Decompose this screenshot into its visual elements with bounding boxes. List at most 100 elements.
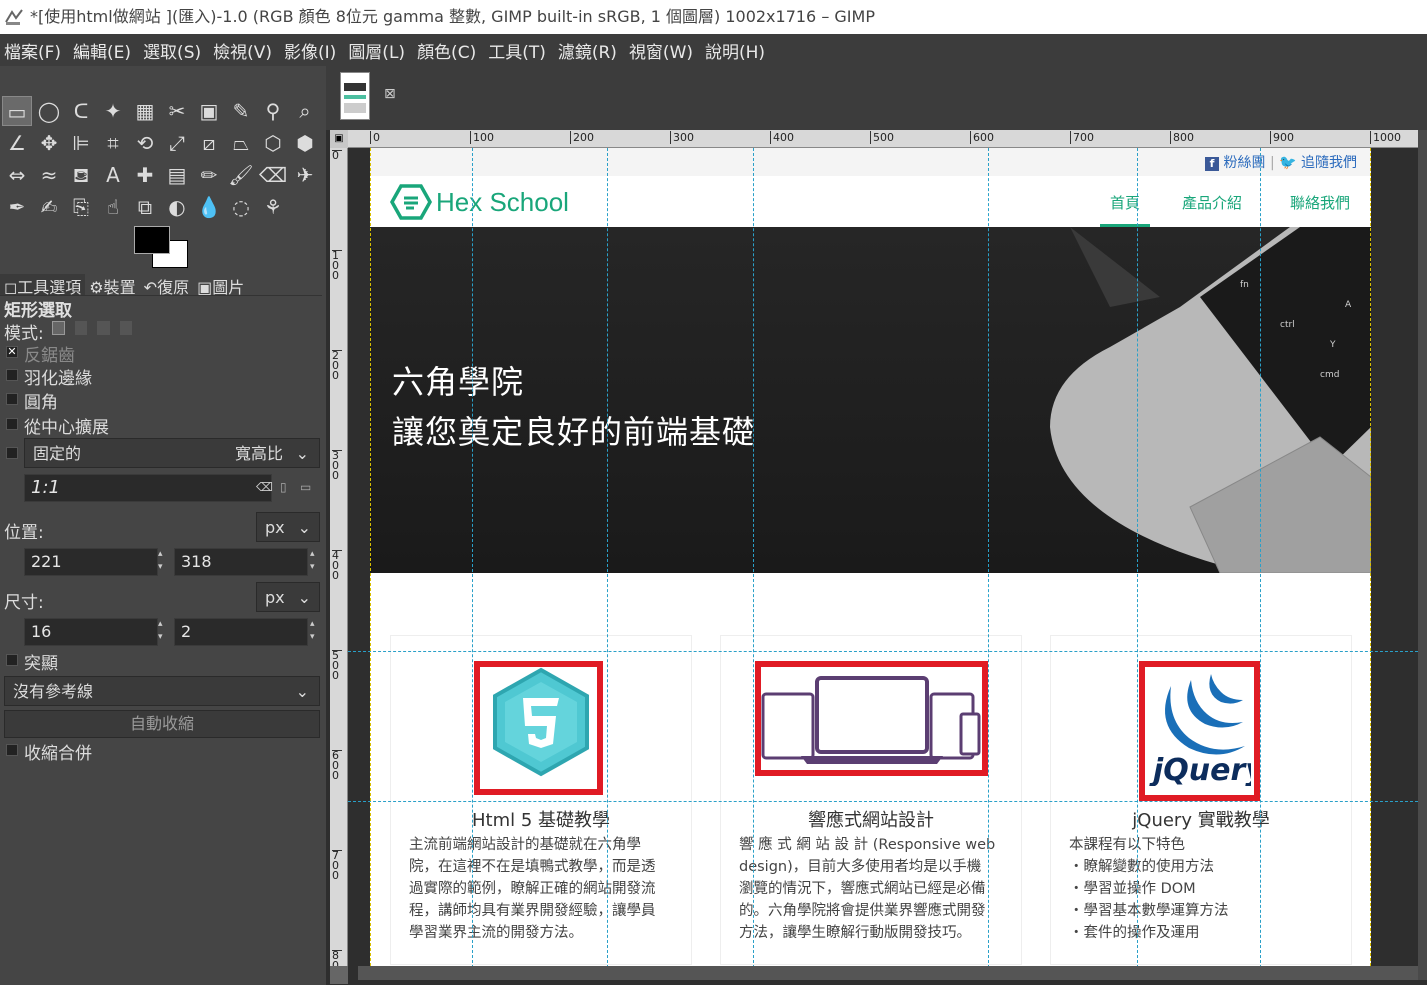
- blend-icon[interactable]: ▤: [162, 160, 192, 190]
- size-h-input[interactable]: 2: [174, 618, 308, 646]
- paths-icon[interactable]: ✎: [226, 96, 256, 126]
- image-canvas[interactable]: f 粉絲團 | 🐦 追隨我們 Hex School 首頁 產品介紹 聯絡我們 f…: [370, 148, 1371, 966]
- guide-vertical[interactable]: [472, 148, 473, 968]
- menu-tools[interactable]: 工具(T): [488, 38, 546, 63]
- zoom-icon[interactable]: ⌕: [290, 96, 320, 126]
- crop-icon[interactable]: ⌗: [98, 128, 128, 158]
- guide-vertical[interactable]: [753, 148, 754, 968]
- menu-filters[interactable]: 濾鏡(R): [558, 38, 617, 63]
- perspective-icon[interactable]: ⏢: [226, 128, 256, 158]
- clone-icon[interactable]: ⎘: [66, 192, 96, 222]
- menu-edit[interactable]: 編輯(E): [73, 38, 131, 63]
- mode-add-button[interactable]: [74, 321, 88, 335]
- mode-replace-button[interactable]: [52, 321, 65, 335]
- quick-mask-icon[interactable]: ▣: [330, 130, 348, 148]
- size-unit-combo[interactable]: px ⌄: [256, 582, 320, 612]
- close-icon[interactable]: ⊠: [384, 86, 396, 102]
- mode-intersect-button[interactable]: [119, 321, 132, 335]
- shear-icon[interactable]: ⧄: [194, 128, 224, 158]
- fixed-combo[interactable]: 固定的 寬高比 ⌄: [24, 438, 320, 468]
- menu-image[interactable]: 影像(I): [284, 38, 336, 63]
- tab-undo[interactable]: ↶復原: [140, 274, 193, 297]
- rounded-checkbox[interactable]: [6, 393, 18, 405]
- guide-vertical[interactable]: [1137, 148, 1138, 968]
- ellipse-select-icon[interactable]: ◯: [34, 96, 64, 126]
- flip-icon[interactable]: ⇔: [2, 160, 32, 190]
- airbrush-icon[interactable]: ✈: [290, 160, 320, 190]
- image-thumbnail[interactable]: [340, 72, 370, 120]
- guide-vertical[interactable]: [1260, 148, 1261, 968]
- cage-icon[interactable]: ⬡: [258, 128, 288, 158]
- antialias-checkbox[interactable]: ✕: [6, 346, 18, 358]
- color-picker-icon[interactable]: ⚲: [258, 96, 288, 126]
- ink-icon[interactable]: ✒: [2, 192, 32, 222]
- warp-icon[interactable]: ≈: [34, 160, 64, 190]
- color-select-icon[interactable]: ▦: [130, 96, 160, 126]
- size-h-spinner[interactable]: ▴ ▾: [310, 618, 320, 646]
- shrink-merged-checkbox[interactable]: [6, 744, 18, 756]
- dodge-icon[interactable]: ◐: [162, 192, 192, 222]
- clear-icon[interactable]: ⌫: [256, 480, 273, 494]
- menu-view[interactable]: 檢視(V): [213, 38, 272, 63]
- feather-checkbox[interactable]: [6, 369, 18, 381]
- mypaint-icon[interactable]: ✍: [34, 192, 64, 222]
- highlight-checkbox[interactable]: [6, 654, 18, 666]
- size-w-input[interactable]: 16: [24, 618, 158, 646]
- menu-help[interactable]: 說明(H): [705, 38, 765, 63]
- measure-icon[interactable]: ∠: [2, 128, 32, 158]
- guides-combo[interactable]: 沒有參考線 ⌄: [4, 676, 320, 706]
- fg-bg-colors[interactable]: [134, 226, 194, 270]
- menu-colors[interactable]: 顏色(C): [417, 38, 476, 63]
- tab-images[interactable]: ▣圖片: [193, 274, 248, 297]
- foreground-color-swatch[interactable]: [134, 226, 170, 254]
- convolve-icon[interactable]: ◌: [226, 192, 256, 222]
- menu-layer[interactable]: 圖層(L): [348, 38, 405, 63]
- transform-3d-icon[interactable]: ⬢: [290, 128, 320, 158]
- pencil-icon[interactable]: ✏: [194, 160, 224, 190]
- mode-subtract-button[interactable]: [97, 321, 110, 335]
- menu-windows[interactable]: 視窗(W): [629, 38, 693, 63]
- rotate-icon[interactable]: ⟲: [130, 128, 160, 158]
- perspective-clone-icon[interactable]: ⧉: [130, 192, 160, 222]
- paintbrush-icon[interactable]: 🖌: [226, 160, 256, 190]
- rect-select-icon[interactable]: ▭: [2, 96, 32, 126]
- smudge2-icon[interactable]: ⚘: [258, 192, 288, 222]
- fuzzy-select-icon[interactable]: ✦: [98, 96, 128, 126]
- position-unit-combo[interactable]: px ⌄: [256, 512, 320, 542]
- portrait-icon[interactable]: ▯: [280, 480, 287, 494]
- scale-icon[interactable]: ⤢: [162, 128, 192, 158]
- navigate-icon[interactable]: [330, 966, 348, 984]
- site-logo[interactable]: Hex School: [390, 182, 569, 222]
- vertical-scrollbar[interactable]: [1418, 130, 1427, 980]
- landscape-icon[interactable]: ▭: [300, 480, 311, 494]
- position-x-input[interactable]: 221: [24, 548, 158, 576]
- position-y-spinner[interactable]: ▴ ▾: [310, 548, 320, 576]
- scissors-icon[interactable]: ✂: [162, 96, 192, 126]
- align-icon[interactable]: ⊫: [66, 128, 96, 158]
- ratio-input[interactable]: 1:1: [24, 474, 272, 502]
- smudge-icon[interactable]: ☝: [98, 192, 128, 222]
- nav-contact[interactable]: 聯絡我們: [1290, 192, 1350, 213]
- tab-devices[interactable]: ⚙裝置: [85, 274, 139, 297]
- tab-tool-options[interactable]: ◻工具選項: [0, 274, 86, 297]
- blur-icon[interactable]: 💧: [194, 192, 224, 222]
- horizontal-scrollbar[interactable]: [358, 966, 1418, 980]
- nav-home[interactable]: 首頁: [1110, 192, 1140, 213]
- bucket-fill-icon[interactable]: ⛾: [66, 160, 96, 190]
- menu-file[interactable]: 檔案(F): [4, 38, 61, 63]
- menu-select[interactable]: 選取(S): [143, 38, 201, 63]
- position-y-input[interactable]: 318: [174, 548, 308, 576]
- social-tw-link[interactable]: 追隨我們: [1301, 155, 1357, 171]
- eraser-icon[interactable]: ⌫: [258, 160, 288, 190]
- foreground-select-icon[interactable]: ▣: [194, 96, 224, 126]
- heal-icon[interactable]: ✚: [130, 160, 160, 190]
- guide-horizontal[interactable]: [348, 651, 1418, 652]
- expand-center-checkbox[interactable]: [6, 418, 18, 430]
- guide-vertical[interactable]: [988, 148, 989, 968]
- text-icon[interactable]: A: [98, 160, 128, 190]
- auto-shrink-button[interactable]: 自動收縮: [4, 710, 320, 738]
- move-icon[interactable]: ✥: [34, 128, 64, 158]
- nav-products[interactable]: 產品介紹: [1182, 192, 1242, 213]
- position-x-spinner[interactable]: ▴ ▾: [158, 548, 168, 576]
- fixed-checkbox[interactable]: [6, 447, 18, 459]
